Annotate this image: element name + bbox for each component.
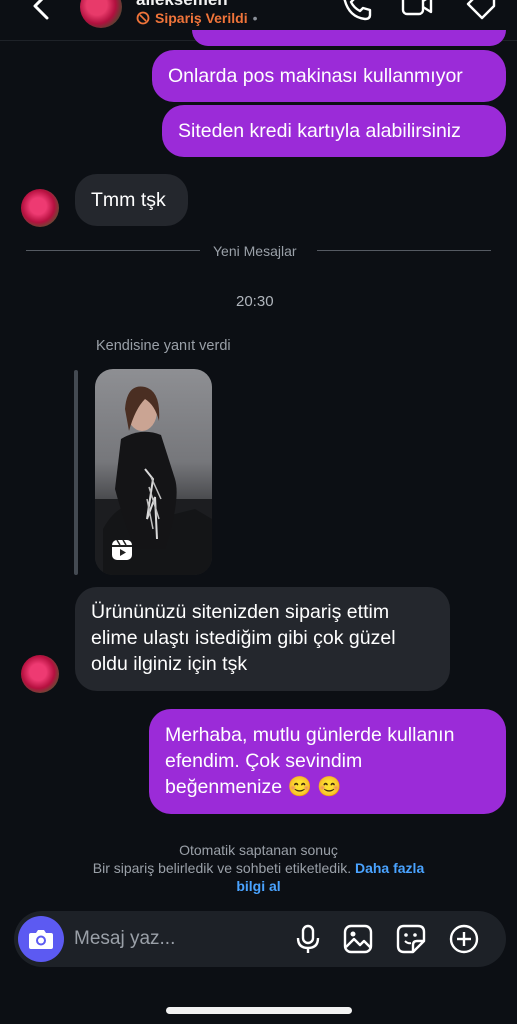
reel-thumbnail[interactable] bbox=[95, 369, 212, 575]
message-outgoing[interactable]: Siteden kredi kartıyla alabilirsiniz bbox=[162, 105, 506, 157]
message-incoming[interactable]: Ürününüzü sitenizden sipariş ettim elime… bbox=[75, 587, 450, 691]
divider-line-right bbox=[317, 250, 491, 251]
previous-message-edge bbox=[192, 30, 506, 46]
message-text-line: efendim. Çok sevindim bbox=[165, 750, 363, 772]
gallery-icon[interactable] bbox=[342, 923, 374, 955]
reply-context-label: Kendisine yanıt verdi bbox=[96, 338, 231, 354]
microphone-icon[interactable] bbox=[292, 923, 324, 955]
message-text: Siteden kredi kartıyla alabilirsiniz bbox=[178, 120, 461, 142]
divider-line-left bbox=[26, 250, 200, 251]
plus-circle-icon[interactable] bbox=[448, 923, 480, 955]
order-status-label[interactable]: Sipariş Verildi • bbox=[136, 10, 258, 26]
notice-body: Bir sipariş belirledik ve sohbeti etiket… bbox=[0, 859, 517, 877]
learn-more-link-cont[interactable]: bilgi al bbox=[236, 878, 280, 894]
status-dot: • bbox=[252, 10, 258, 26]
message-text: Onlarda pos makinası kullanmıyor bbox=[168, 65, 463, 87]
new-messages-divider: Yeni Mesajlar bbox=[213, 243, 297, 259]
timestamp: 20:30 bbox=[236, 293, 274, 310]
auto-detected-notice: Otomatik saptanan sonuç Bir sipariş beli… bbox=[0, 841, 517, 895]
message-input[interactable]: Mesaj yaz... bbox=[74, 928, 175, 950]
home-indicator[interactable] bbox=[166, 1007, 352, 1014]
contact-name[interactable]: alleksemen bbox=[136, 0, 228, 10]
camera-icon bbox=[29, 930, 53, 949]
message-text-line: Ürününüzü sitenizden sipariş ettim bbox=[91, 601, 390, 623]
reel-icon bbox=[112, 539, 132, 560]
message-composer: Mesaj yaz... bbox=[14, 911, 506, 967]
message-text-line: beğenmenize 😊 😊 bbox=[165, 776, 342, 798]
tag-icon[interactable] bbox=[464, 0, 498, 22]
video-icon[interactable] bbox=[400, 0, 434, 22]
contact-avatar[interactable] bbox=[80, 0, 122, 28]
back-chevron-icon[interactable] bbox=[30, 0, 52, 22]
message-incoming[interactable]: Tmm tşk bbox=[75, 174, 188, 226]
phone-icon[interactable] bbox=[339, 0, 373, 22]
sender-avatar[interactable] bbox=[21, 189, 59, 227]
camera-button[interactable] bbox=[18, 916, 64, 962]
status-text: Sipariş Verildi bbox=[155, 10, 248, 26]
sticker-icon[interactable] bbox=[395, 923, 427, 955]
message-outgoing[interactable]: Merhaba, mutlu günlerde kullanın efendim… bbox=[149, 709, 506, 814]
learn-more-link[interactable]: Daha fazla bbox=[355, 860, 424, 876]
notice-text: Bir sipariş belirledik ve sohbeti etiket… bbox=[92, 860, 352, 876]
message-outgoing[interactable]: Onlarda pos makinası kullanmıyor bbox=[152, 50, 506, 102]
reply-quote-bar bbox=[74, 370, 78, 575]
message-text-line: elime ulaştı istediğim gibi çok güzel bbox=[91, 627, 396, 649]
message-text-line: oldu ilginiz için tşk bbox=[91, 653, 248, 675]
message-text: Tmm tşk bbox=[91, 189, 166, 211]
tag-small-icon bbox=[136, 11, 150, 25]
notice-title: Otomatik saptanan sonuç bbox=[179, 842, 338, 858]
sender-avatar[interactable] bbox=[21, 655, 59, 693]
message-text-line: Merhaba, mutlu günlerde kullanın bbox=[165, 724, 455, 746]
